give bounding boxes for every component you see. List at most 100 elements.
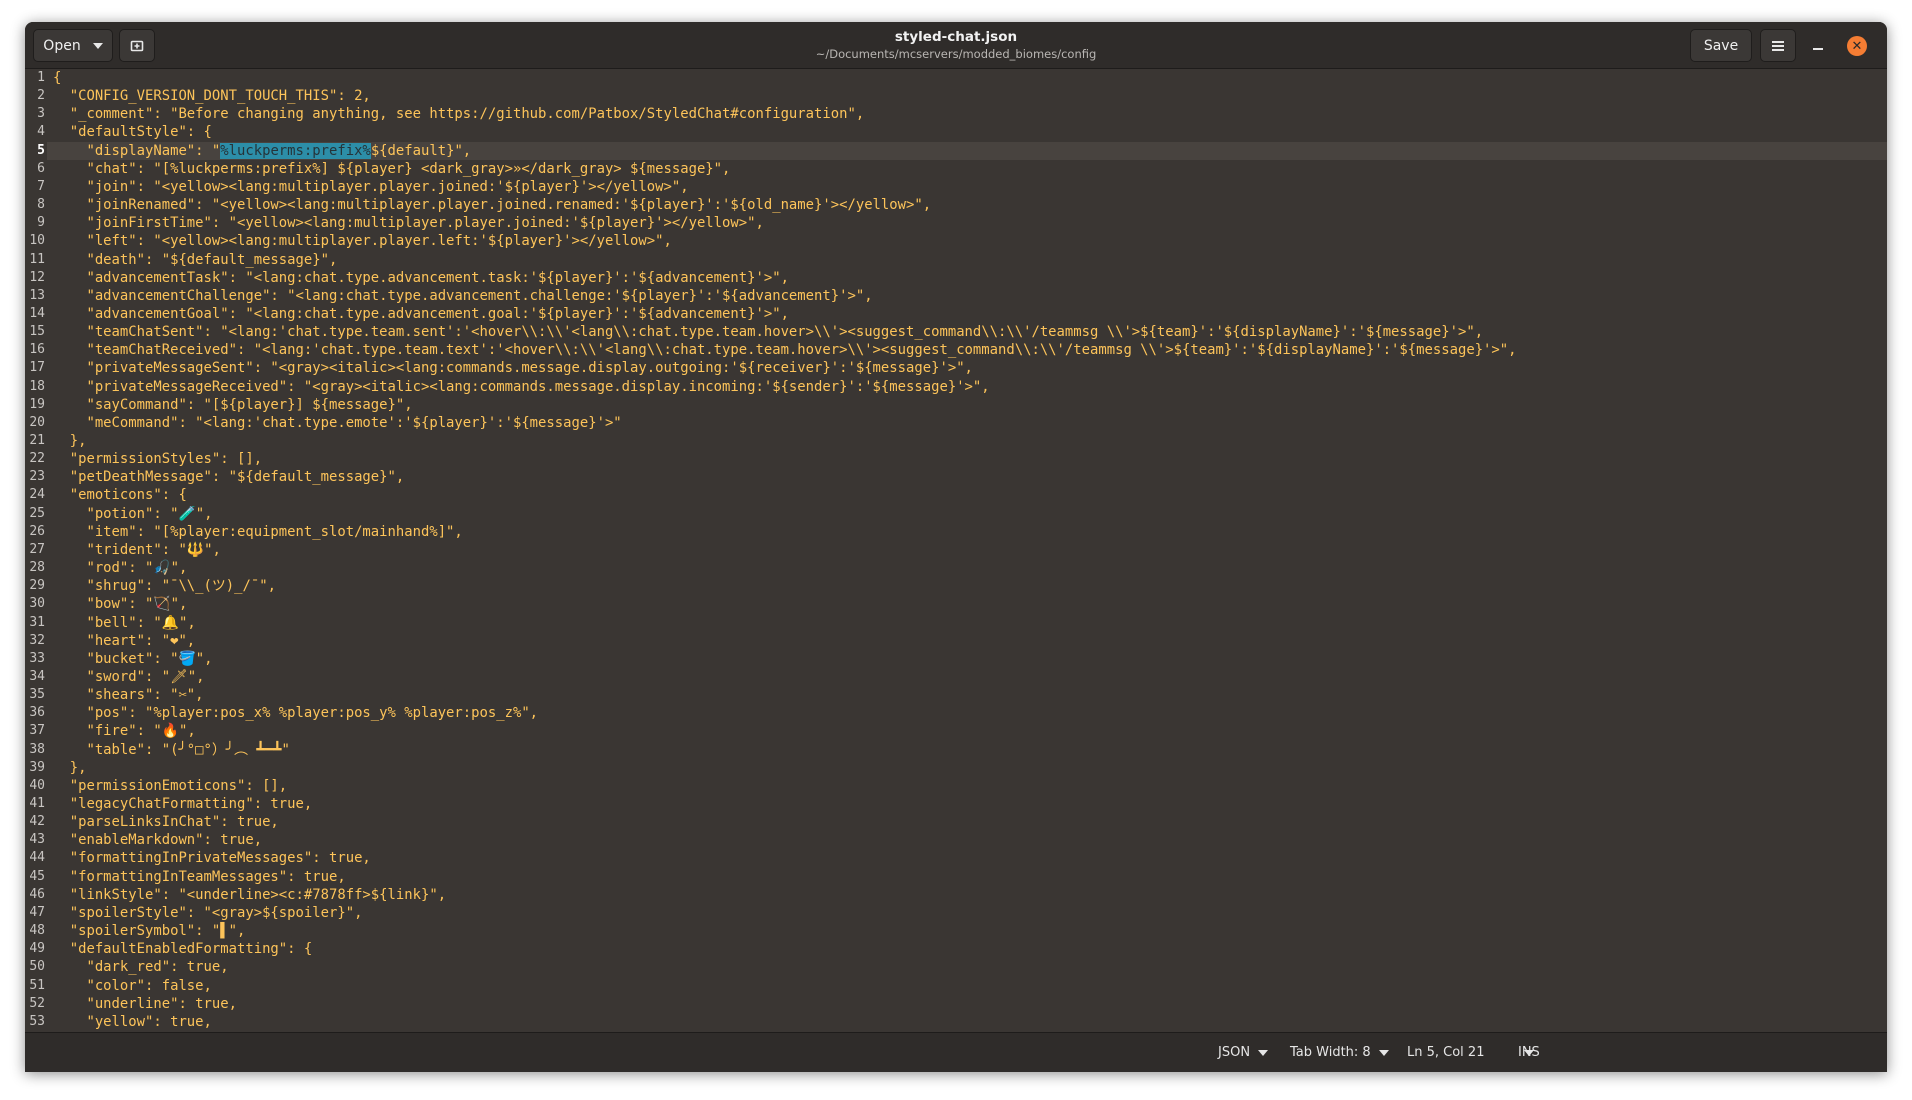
line-number: 2 bbox=[37, 88, 45, 104]
line-number: 47 bbox=[29, 904, 45, 920]
code-line: "advancementTask": "<lang:chat.type.adva… bbox=[53, 269, 789, 286]
line-number: 50 bbox=[29, 959, 45, 975]
code-line: "petDeathMessage": "${default_message}", bbox=[53, 469, 405, 486]
code-line: "_comment": "Before changing anything, s… bbox=[53, 106, 865, 123]
code-line: "legacyChatFormatting": true, bbox=[53, 796, 313, 812]
window-subtitle: ~/Documents/mcservers/modded_biomes/conf… bbox=[815, 47, 1097, 61]
cursor-position-selector[interactable]: Ln 5, Col 21 bbox=[1407, 1045, 1535, 1060]
line-number: 43 bbox=[29, 832, 45, 848]
code-line: "sword": "🗡", bbox=[53, 668, 205, 685]
line-number: 11 bbox=[29, 251, 45, 267]
line-number: 32 bbox=[29, 632, 45, 648]
line-number: 23 bbox=[29, 469, 45, 485]
minimize-button[interactable] bbox=[1808, 36, 1828, 56]
close-button[interactable]: ✕ bbox=[1847, 36, 1867, 56]
main-menu-button[interactable] bbox=[1760, 29, 1796, 62]
save-button[interactable]: Save bbox=[1690, 29, 1752, 62]
line-number: 38 bbox=[29, 741, 45, 757]
code-line: "sayCommand": "[${player}] ${message}", bbox=[53, 396, 413, 413]
line-number: 16 bbox=[29, 342, 45, 358]
line-number: 7 bbox=[37, 178, 45, 194]
line-number: 40 bbox=[29, 777, 45, 793]
code-line: "enableMarkdown": true, bbox=[53, 832, 263, 849]
status-bar: JSON Tab Width: 8 Ln 5, Col 21 INS bbox=[25, 1032, 1887, 1072]
code-line: "teamChatReceived": "<lang:'chat.type.te… bbox=[53, 342, 1517, 359]
line-number: 46 bbox=[29, 886, 45, 902]
code-line: "advancementChallenge": "<lang:chat.type… bbox=[53, 287, 873, 304]
code-line: "color": false, bbox=[53, 977, 212, 994]
line-number: 53 bbox=[29, 1013, 45, 1029]
code-line: "meCommand": "<lang:'chat.type.emote':'$… bbox=[53, 414, 622, 431]
line-number: 21 bbox=[29, 433, 45, 448]
insert-mode-indicator[interactable]: INS bbox=[1518, 1045, 1540, 1060]
close-icon: ✕ bbox=[1851, 38, 1863, 54]
line-number: 17 bbox=[29, 360, 45, 376]
code-line: "shears": "✂", bbox=[53, 687, 204, 704]
code-line: "privateMessageSent": "<gray><italic><la… bbox=[53, 360, 973, 377]
line-number: 18 bbox=[29, 378, 45, 394]
line-number: 10 bbox=[29, 233, 45, 249]
line-number: 9 bbox=[37, 215, 45, 231]
line-number: 13 bbox=[29, 287, 45, 303]
chevron-down-icon bbox=[1258, 1049, 1269, 1056]
code-line: "item": "[%player:equipment_slot/mainhan… bbox=[53, 523, 463, 540]
line-number: 31 bbox=[29, 614, 45, 630]
code-line: "rod": "🎣", bbox=[53, 560, 188, 577]
header-bar: Open styled-chat.json ~/Documents/mcserv… bbox=[25, 22, 1887, 69]
line-number: 34 bbox=[29, 668, 45, 684]
line-number: 44 bbox=[29, 850, 45, 866]
line-number: 33 bbox=[29, 650, 45, 666]
code-line: "chat": "[%luckperms:prefix%] ${player} … bbox=[53, 160, 731, 177]
line-number: 6 bbox=[37, 160, 45, 176]
code-line: "trident": "🔱", bbox=[53, 541, 221, 558]
code-line: }, bbox=[53, 759, 87, 776]
code-line: "formattingInTeamMessages": true, bbox=[53, 868, 346, 885]
tab-width-selector[interactable]: Tab Width: 8 bbox=[1290, 1045, 1389, 1060]
line-number: 5 bbox=[37, 142, 45, 158]
code-line: "teamChatSent": "<lang:'chat.type.team.s… bbox=[53, 324, 1484, 341]
code-line: "shrug": "¯\\_(ツ)_/¯", bbox=[53, 578, 276, 595]
line-number: 3 bbox=[37, 106, 45, 122]
cursor-position-label: Ln 5, Col 21 bbox=[1407, 1045, 1485, 1060]
line-number: 29 bbox=[29, 578, 45, 594]
code-line: "advancementGoal": "<lang:chat.type.adva… bbox=[53, 305, 789, 322]
code-line: "CONFIG_VERSION_DONT_TOUCH_THIS": 2, bbox=[53, 88, 371, 105]
line-number: 30 bbox=[29, 596, 45, 612]
text-editor[interactable]: 1 2 3 4 5 6 7 8 9 10 11 12 13 14 15 16 17 18 19 20 21 22 23 24 2… bbox=[25, 69, 1887, 1031]
line-number: 51 bbox=[29, 977, 45, 993]
line-number: 37 bbox=[29, 723, 45, 739]
code-line: "yellow": true, bbox=[53, 1013, 212, 1030]
tab-width-label: Tab Width: 8 bbox=[1290, 1045, 1371, 1060]
code-line: }, bbox=[53, 433, 87, 449]
language-selector[interactable]: JSON bbox=[1218, 1045, 1269, 1060]
line-number: 4 bbox=[37, 124, 45, 140]
code-line: "potion": "🧪", bbox=[53, 505, 213, 522]
language-label: JSON bbox=[1218, 1045, 1251, 1060]
line-number: 52 bbox=[29, 995, 45, 1011]
line-number: 14 bbox=[29, 305, 45, 321]
code-line: "pos": "%player:pos_x% %player:pos_y% %p… bbox=[53, 705, 539, 722]
line-number: 49 bbox=[29, 941, 45, 957]
line-number: 8 bbox=[37, 197, 45, 213]
line-number: 45 bbox=[29, 868, 45, 884]
code-line: "permissionEmoticons": [], bbox=[53, 777, 288, 794]
code-line: "underline": true, bbox=[53, 995, 237, 1012]
line-number: 27 bbox=[29, 541, 45, 557]
line-number: 19 bbox=[29, 396, 45, 412]
code-line: "defaultEnabledFormatting": { bbox=[53, 941, 313, 958]
code-line: "linkStyle": "<underline><c:#7878ff>${li… bbox=[53, 886, 447, 903]
code-line: "spoilerStyle": "<gray>${spoiler}", bbox=[53, 904, 363, 921]
code-line: "spoilerSymbol": "▌", bbox=[53, 923, 246, 940]
code-line: "bow": "🏹", bbox=[53, 596, 188, 613]
code-line: "fire": "🔥", bbox=[53, 723, 196, 740]
line-number: 41 bbox=[29, 796, 45, 811]
line-number: 22 bbox=[29, 451, 45, 467]
line-number: 48 bbox=[29, 923, 45, 939]
code-line: "privateMessageReceived": "<gray><italic… bbox=[53, 378, 990, 395]
code-line: "bell": "🔔", bbox=[53, 614, 196, 631]
insert-mode-label: INS bbox=[1518, 1045, 1540, 1060]
line-number: 15 bbox=[29, 324, 45, 340]
code-line: "heart": "❤", bbox=[53, 632, 196, 649]
code-line: "joinRenamed": "<yellow><lang:multiplaye… bbox=[53, 197, 932, 214]
line-number: 24 bbox=[29, 487, 45, 503]
